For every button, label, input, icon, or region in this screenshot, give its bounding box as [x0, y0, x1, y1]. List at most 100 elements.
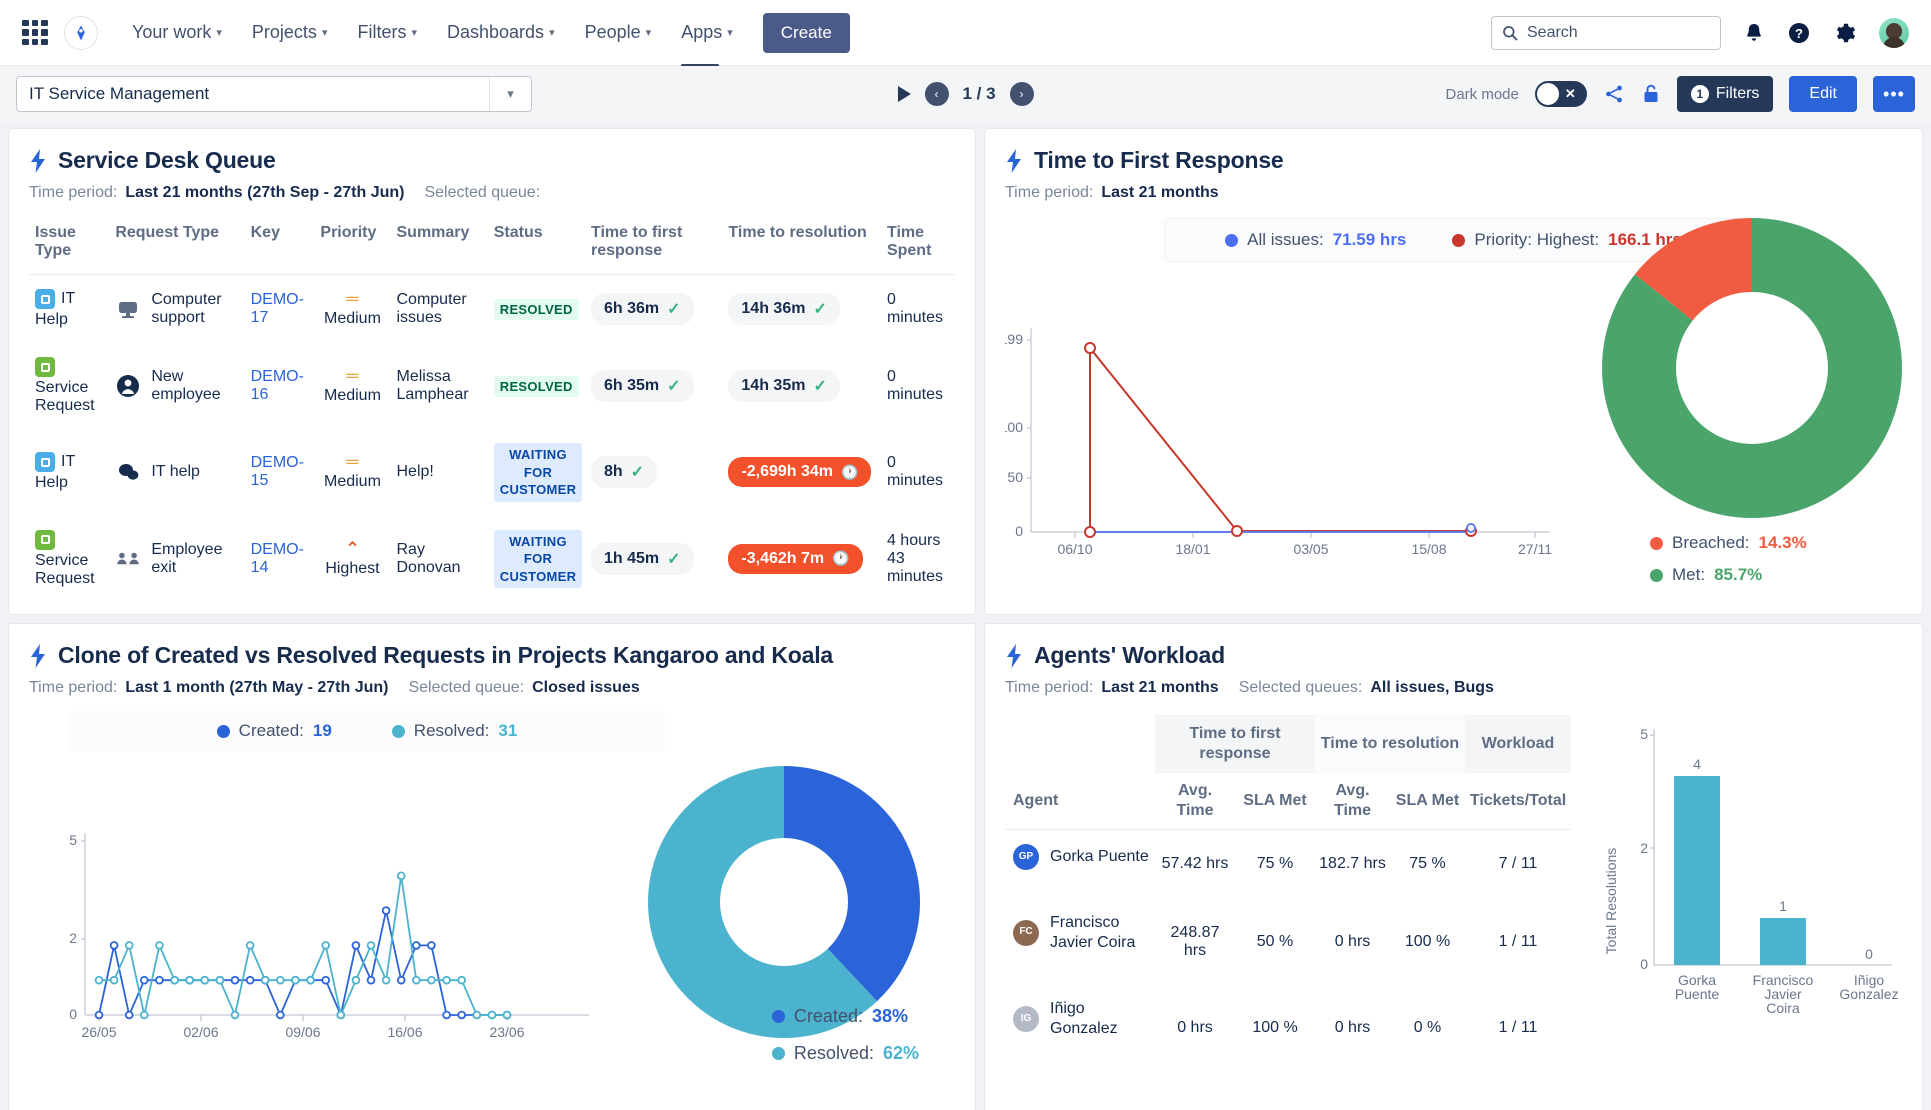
more-actions-button[interactable]: ••• — [1873, 76, 1915, 112]
column-header-ttr-avg-time[interactable]: Avg. Time — [1315, 773, 1390, 830]
primary-nav-items: Your work ▾ Projects ▾ Filters ▾ Dashboards… — [132, 16, 733, 67]
agents-workload-table: Time to first response Time to resolutio… — [1005, 715, 1571, 1071]
create-button[interactable]: Create — [762, 12, 850, 53]
table-row[interactable]: IT Help Computer support DEMO-17 ═ Medium Comp… — [29, 275, 955, 344]
column-header-priority[interactable]: Priority — [314, 216, 391, 275]
monitor-icon — [115, 296, 141, 322]
created-vs-resolved-charts: 5 2 0 26/05 02/06 09/06 16/06 23/06 Crea… — [29, 751, 955, 1063]
cell-key[interactable]: DEMO-14 — [245, 516, 315, 603]
data-point — [215, 975, 225, 985]
cell-status: RESOLVED — [488, 275, 585, 344]
issue-key-link[interactable]: DEMO-15 — [251, 454, 304, 489]
status-badge: WAITING FOR CUSTOMER — [493, 529, 583, 589]
status-badge: RESOLVED — [493, 298, 579, 320]
legend-color-swatch — [1452, 233, 1466, 247]
column-header-agent[interactable]: Agent — [1005, 773, 1155, 830]
column-header-ttr-sla-met[interactable]: SLA Met — [1390, 773, 1465, 830]
table-row[interactable]: GP Gorka Puente 57.42 hrs 75 % 182.7 hrs 75 %… — [1005, 830, 1571, 899]
column-header-summary[interactable]: Summary — [390, 216, 488, 275]
jira-logo-icon[interactable] — [64, 15, 98, 50]
table-row[interactable]: IT Help IT help DEMO-15 ═ Medium Help! WAITING … — [29, 429, 955, 516]
column-header-tfr-avg-time[interactable]: Avg. Time — [1155, 773, 1235, 830]
column-header-time-to-resolution[interactable]: Time to resolution — [722, 216, 881, 275]
issue-key-link[interactable]: DEMO-17 — [251, 291, 304, 326]
edit-button[interactable]: Edit — [1789, 76, 1857, 112]
cell-issue-type: IT Help — [29, 429, 109, 516]
next-page-button[interactable]: › — [1009, 82, 1034, 106]
gear-icon[interactable] — [1833, 21, 1857, 45]
app-switcher-icon[interactable] — [22, 19, 48, 46]
table-row[interactable]: Service Request New employee DEMO-16 ═ Mediu… — [29, 343, 955, 429]
x-tick-1: 02/06 — [183, 1024, 218, 1040]
nav-item-dashboards[interactable]: Dashboards ▾ — [447, 16, 555, 49]
dashboard-selector[interactable]: IT Service Management ▾ — [16, 76, 532, 112]
cell-key[interactable]: DEMO-15 — [245, 429, 315, 516]
issue-type-icon — [35, 529, 55, 550]
cell-key[interactable]: DEMO-17 — [245, 275, 315, 344]
column-header-key[interactable]: Key — [244, 216, 315, 275]
cvr-series-group — [94, 871, 512, 1020]
nav-item-people[interactable]: People ▾ — [585, 16, 652, 49]
data-point — [155, 975, 164, 985]
column-header-time-spent[interactable]: Time Spent — [880, 216, 955, 275]
issue-type-label: IT — [61, 290, 76, 307]
nav-item-projects[interactable]: Projects ▾ — [252, 16, 328, 49]
request-type-label: IT help — [151, 463, 200, 481]
notifications-icon[interactable] — [1743, 22, 1765, 44]
priority-icon: ═ — [346, 452, 359, 472]
cell-ttr-sla-met: 100 % — [1404, 932, 1451, 950]
column-header-request-type[interactable]: Request Type — [109, 216, 245, 275]
table-row[interactable]: Service Request Employee exit DEMO-14 ⌃ High… — [29, 516, 955, 603]
check-icon: ✓ — [813, 301, 827, 318]
sla-donut-area: Breached: 14.3% Met: 85.7% — [1602, 218, 1902, 597]
person-icon — [115, 373, 141, 399]
svg-text:?: ? — [1795, 26, 1803, 41]
gadget-title: Time to First Response — [1034, 147, 1284, 173]
share-icon[interactable] — [1603, 83, 1625, 105]
data-point — [185, 975, 195, 985]
lock-icon[interactable] — [1641, 83, 1661, 105]
legend-item-all-issues: All issues: 71.59 hrs — [1225, 230, 1406, 250]
play-slideshow-button[interactable] — [897, 86, 911, 102]
data-point — [124, 1010, 134, 1020]
avatar: FC — [1013, 919, 1039, 946]
column-header-tickets-total[interactable]: Tickets/Total — [1465, 773, 1571, 830]
profile-avatar[interactable] — [1879, 17, 1909, 48]
x-tick-2-line2: Gonzalez — [1839, 986, 1898, 1002]
lightning-bolt-icon — [31, 148, 45, 173]
filters-button[interactable]: 1 Filters — [1676, 76, 1774, 112]
x-tick-4: 27/11 — [1518, 541, 1552, 557]
search-input[interactable]: Search — [1491, 15, 1721, 50]
data-point — [366, 975, 376, 985]
dark-mode-toggle[interactable]: ✕ — [1534, 81, 1587, 107]
nav-item-your-work[interactable]: Your work ▾ — [132, 16, 222, 49]
x-tick-1-line3: Coira — [1766, 1000, 1800, 1016]
legend-value: 38% — [871, 1006, 908, 1026]
cell-status: RESOLVED — [488, 343, 585, 429]
help-icon[interactable]: ? — [1787, 21, 1811, 45]
nav-item-apps[interactable]: Apps ▾ — [681, 16, 733, 67]
cell-key[interactable]: DEMO-16 — [245, 343, 315, 429]
data-point — [170, 975, 179, 985]
legend-label: Resolved: — [413, 721, 490, 740]
cell-issue-type: IT Help — [29, 275, 109, 344]
cell-time-to-resolution: 14h 35m ✓ — [722, 343, 881, 429]
cell-agent: IG Iñigo Gonzalez — [1005, 985, 1155, 1053]
column-header-tfr-sla-met[interactable]: SLA Met — [1235, 773, 1315, 830]
check-icon: ✓ — [630, 464, 645, 482]
issue-key-link[interactable]: DEMO-16 — [251, 368, 304, 403]
cell-priority: ═ Medium — [314, 275, 390, 344]
page-indicator: 1 / 3 — [962, 84, 996, 103]
table-group-header-row: Time to first response Time to resolutio… — [1005, 715, 1571, 773]
column-header-status[interactable]: Status — [487, 216, 585, 275]
nav-item-filters[interactable]: Filters ▾ — [357, 16, 417, 49]
issue-key-link[interactable]: DEMO-14 — [251, 541, 304, 576]
cell-status: WAITING FOR CUSTOMER — [488, 429, 585, 516]
table-row[interactable]: FC Francisco Javier Coira 248.87 hrs 50 % 0 … — [1005, 899, 1571, 985]
table-row[interactable]: IG Iñigo Gonzalez 0 hrs 100 % 0 hrs 0 % 1 / 11 — [1005, 985, 1571, 1071]
chevron-down-icon[interactable]: ▾ — [489, 77, 531, 111]
column-header-time-to-first-response[interactable]: Time to first response — [585, 216, 723, 275]
column-header-issue-type[interactable]: Issue Type — [29, 216, 110, 275]
previous-page-button[interactable]: ‹ — [924, 82, 949, 106]
sla-donut-legend: Breached: 14.3% Met: 85.7% — [1650, 533, 1902, 585]
